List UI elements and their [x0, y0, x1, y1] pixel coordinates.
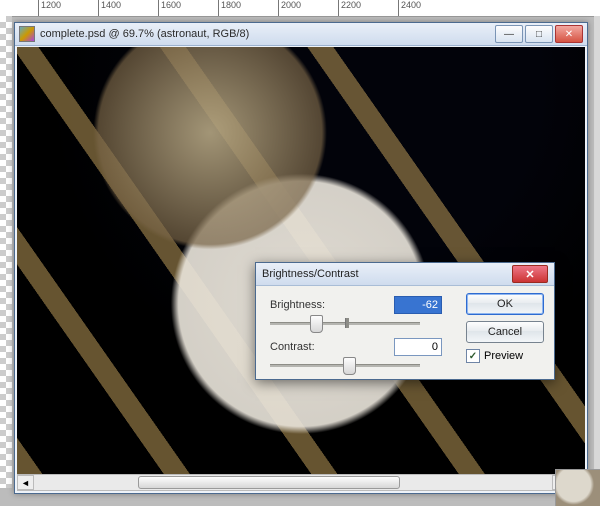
document-title: complete.psd @ 69.7% (astronaut, RGB/8) — [40, 28, 495, 40]
dialog-button-column: OK Cancel ✓ Preview — [466, 293, 544, 363]
contrast-input[interactable]: 0 — [394, 338, 442, 356]
brightness-label: Brightness: — [270, 299, 334, 311]
document-canvas[interactable] — [17, 47, 585, 475]
minimize-button[interactable]: — — [495, 25, 523, 43]
slider-center-tick — [345, 318, 349, 328]
brightness-contrast-dialog: Brightness/Contrast ✕ Brightness: -62 Co… — [255, 262, 555, 380]
contrast-label: Contrast: — [270, 341, 334, 353]
brightness-slider-thumb[interactable] — [310, 315, 323, 333]
ruler-tick: 1600 — [158, 0, 181, 16]
canvas-image — [17, 47, 585, 475]
dialog-body: Brightness: -62 Contrast: 0 OK — [256, 285, 554, 379]
ok-button[interactable]: OK — [466, 293, 544, 315]
ruler-tick: 2400 — [398, 0, 421, 16]
dialog-close-button[interactable]: ✕ — [512, 265, 548, 283]
ruler-tick: 2000 — [278, 0, 301, 16]
workspace: 1200 1400 1600 1800 2000 2200 2400 compl… — [0, 0, 600, 506]
horizontal-ruler: 1200 1400 1600 1800 2000 2200 2400 — [0, 0, 600, 17]
dialog-title: Brightness/Contrast — [262, 268, 512, 280]
ruler-tick: 1800 — [218, 0, 241, 16]
preview-checkbox[interactable]: ✓ — [466, 349, 480, 363]
document-window: complete.psd @ 69.7% (astronaut, RGB/8) … — [14, 22, 588, 494]
scroll-left-arrow-icon[interactable]: ◄ — [17, 475, 34, 490]
workspace-right-edge — [594, 16, 600, 492]
adjacent-document-thumbnail — [555, 469, 600, 506]
close-button[interactable]: ✕ — [555, 25, 583, 43]
ruler-tick: 1400 — [98, 0, 121, 16]
document-icon — [19, 26, 35, 42]
cancel-button[interactable]: Cancel — [466, 321, 544, 343]
ruler-tick: 1200 — [38, 0, 61, 16]
dialog-titlebar[interactable]: Brightness/Contrast ✕ — [256, 263, 554, 286]
brightness-input[interactable]: -62 — [394, 296, 442, 314]
transparency-checker — [0, 16, 12, 488]
document-titlebar[interactable]: complete.psd @ 69.7% (astronaut, RGB/8) … — [15, 23, 587, 46]
window-controls: — □ ✕ — [495, 25, 583, 43]
preview-option[interactable]: ✓ Preview — [466, 349, 544, 363]
contrast-slider-thumb[interactable] — [343, 357, 356, 375]
horizontal-scrollbar[interactable]: ◄ ► — [17, 474, 569, 491]
ruler-tick: 2200 — [338, 0, 361, 16]
scroll-thumb[interactable] — [138, 476, 400, 489]
preview-label: Preview — [484, 350, 523, 362]
brightness-slider[interactable] — [270, 315, 420, 331]
maximize-button[interactable]: □ — [525, 25, 553, 43]
contrast-slider[interactable] — [270, 357, 420, 373]
